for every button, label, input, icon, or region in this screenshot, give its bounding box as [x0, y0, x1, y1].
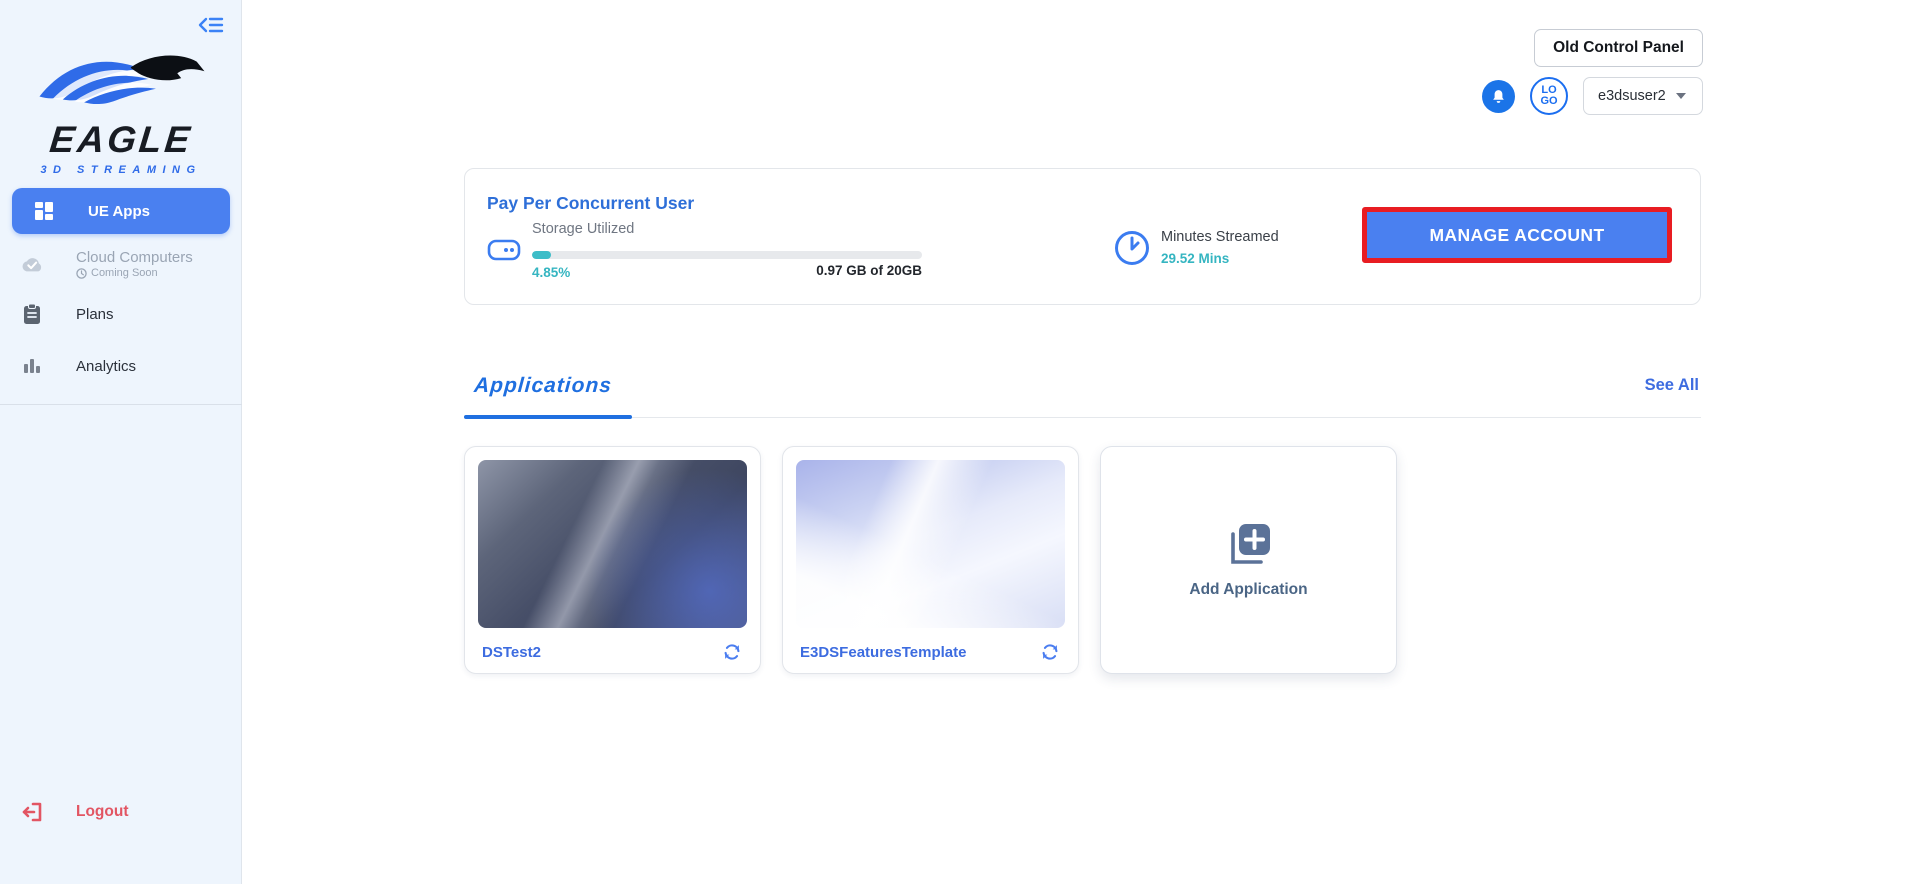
app-name-link[interactable]: DSTest2	[482, 644, 541, 661]
app-card-dstest2: DSTest2	[464, 446, 761, 674]
sidebar-divider	[0, 404, 242, 405]
minutes-streamed-value: 29.52 Mins	[1161, 251, 1229, 266]
sidebar-item-cloud-computers[interactable]: Cloud Computers Coming Soon	[0, 244, 242, 284]
brand-tagline: 3D STREAMING	[0, 164, 242, 176]
dashboard-page: EAGLE 3D STREAMING UE Apps	[0, 0, 1918, 884]
applications-section-header: Applications See All	[464, 370, 1701, 418]
applications-title: Applications	[473, 374, 613, 398]
refresh-icon[interactable]	[719, 639, 745, 665]
brand-logo: EAGLE 3D STREAMING	[0, 48, 242, 176]
minutes-clock-icon	[1113, 229, 1151, 272]
account-summary-card: Pay Per Concurrent User Storage Utilized…	[464, 168, 1701, 305]
clipboard-icon	[20, 302, 44, 326]
bar-chart-icon	[20, 354, 44, 378]
brand-name: EAGLE	[48, 121, 194, 158]
see-all-link[interactable]: See All	[1645, 376, 1699, 395]
app-thumbnail[interactable]	[478, 460, 747, 628]
sidebar-item-plans[interactable]: Plans	[0, 296, 242, 332]
cloud-check-icon	[20, 252, 44, 276]
app-card-e3dsfeaturestemplate: E3DSFeaturesTemplate	[782, 446, 1079, 674]
coming-soon-badge: Coming Soon	[76, 267, 193, 279]
logo-badge-text: GO	[1540, 96, 1557, 107]
plan-title: Pay Per Concurrent User	[487, 193, 694, 214]
app-name-link[interactable]: E3DSFeaturesTemplate	[800, 644, 966, 661]
storage-progress-fill	[532, 251, 551, 259]
logout-button[interactable]: Logout	[0, 792, 242, 832]
header-actions: LO GO e3dsuser2	[1482, 77, 1703, 115]
storage-usage: 0.97 GB of 20GB	[532, 263, 922, 278]
sidebar-item-label: Analytics	[76, 358, 136, 375]
eagle-logo-icon	[33, 48, 209, 114]
logout-label: Logout	[76, 803, 129, 821]
applications-card-row: DSTest2 E3DSFeaturesTemplate	[464, 446, 1397, 674]
add-application-button[interactable]: Add Application	[1100, 446, 1397, 674]
refresh-icon[interactable]	[1037, 639, 1063, 665]
clock-small-icon	[76, 268, 87, 279]
annotation-highlight-box: MANAGE ACCOUNT	[1362, 207, 1672, 263]
add-application-icon	[1226, 522, 1272, 571]
user-menu-dropdown[interactable]: e3dsuser2	[1583, 77, 1703, 115]
minutes-streamed-label: Minutes Streamed	[1161, 229, 1279, 245]
old-control-panel-button[interactable]: Old Control Panel	[1534, 29, 1703, 67]
logout-icon	[20, 800, 44, 824]
sidebar-item-label: Plans	[76, 306, 114, 323]
applications-title-underline	[464, 415, 632, 419]
sidebar-item-ue-apps[interactable]: UE Apps	[12, 188, 230, 234]
sidebar-item-label: UE Apps	[88, 203, 150, 220]
company-logo-badge[interactable]: LO GO	[1530, 77, 1568, 115]
storage-drive-icon	[487, 237, 521, 268]
sidebar-item-analytics[interactable]: Analytics	[0, 348, 242, 384]
sidebar-collapse-icon[interactable]	[196, 12, 226, 40]
storage-label: Storage Utilized	[532, 221, 634, 237]
apps-grid-icon	[32, 199, 56, 223]
manage-account-button[interactable]: MANAGE ACCOUNT	[1367, 212, 1667, 258]
notifications-bell-icon[interactable]	[1482, 80, 1515, 113]
sidebar-item-label: Cloud Computers	[76, 249, 193, 266]
add-application-label: Add Application	[1189, 581, 1307, 599]
app-thumbnail[interactable]	[796, 460, 1065, 628]
storage-progress-bar	[532, 251, 922, 259]
username: e3dsuser2	[1598, 88, 1666, 104]
sidebar: EAGLE 3D STREAMING UE Apps	[0, 0, 242, 884]
chevron-down-icon	[1676, 93, 1686, 99]
